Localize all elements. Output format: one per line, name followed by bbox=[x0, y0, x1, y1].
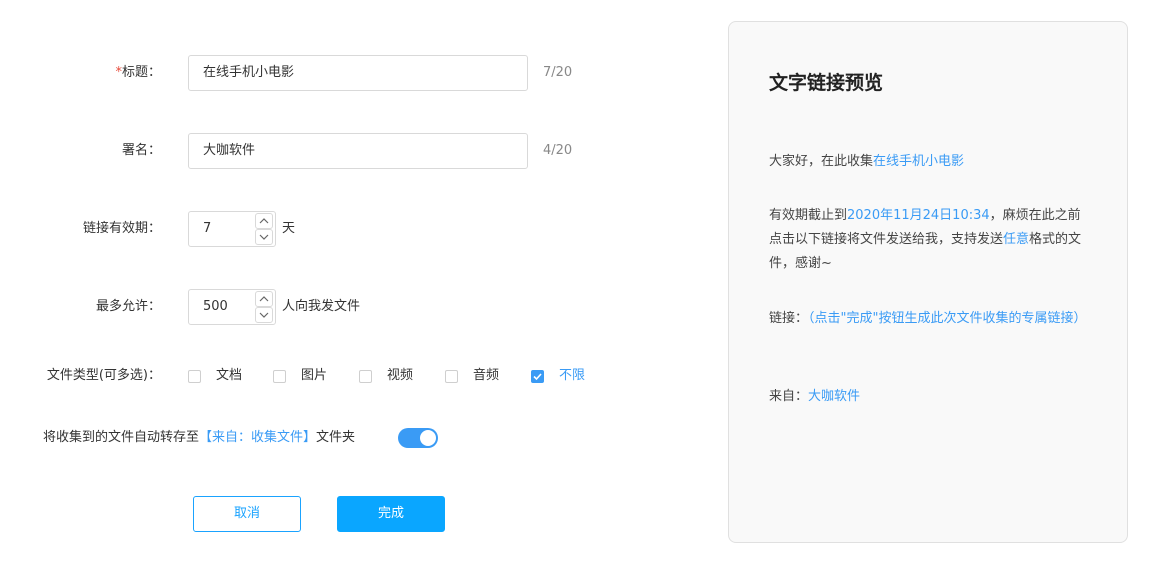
preview-link-text: （点击"完成"按钮生成此次文件收集的专属链接） bbox=[808, 311, 1087, 326]
preview-title-link: 在线手机小电影 bbox=[873, 154, 965, 169]
preview-link: 链接：（点击"完成"按钮生成此次文件收集的专属链接） bbox=[769, 311, 1087, 326]
preview-deadline-date: 2020年11月24日10:34 bbox=[847, 208, 990, 223]
signature-label: 署名： bbox=[121, 143, 161, 158]
file-type-label-unlimited[interactable]: 不限 bbox=[559, 367, 585, 385]
max-allowed-decrement-button[interactable] bbox=[255, 307, 273, 323]
file-type-label-audio[interactable]: 音频 bbox=[473, 367, 499, 385]
file-type-label-video[interactable]: 视频 bbox=[387, 367, 413, 385]
done-button[interactable]: 完成 bbox=[337, 496, 445, 532]
title-label: *标题： bbox=[115, 65, 161, 80]
preview-file-type: 任意 bbox=[1003, 232, 1030, 247]
checkmark-icon bbox=[533, 373, 542, 381]
validity-increment-button[interactable] bbox=[255, 213, 273, 229]
max-allowed-increment-button[interactable] bbox=[255, 291, 273, 307]
file-type-checkbox-audio[interactable] bbox=[445, 370, 458, 383]
link-preview-panel: 文字链接预览 大家好，在此收集在线手机小电影 有效期截止到2020年11月24日… bbox=[728, 21, 1128, 543]
file-types-label: 文件类型(可多选)： bbox=[46, 368, 161, 383]
max-allowed-unit: 人向我发文件 bbox=[282, 299, 361, 314]
validity-label: 链接有效期： bbox=[82, 221, 161, 236]
title-input[interactable]: 在线手机小电影 bbox=[188, 55, 528, 91]
chevron-up-icon bbox=[259, 218, 269, 224]
max-allowed-stepper[interactable]: 500 bbox=[188, 289, 276, 325]
signature-counter: 4/20 bbox=[543, 143, 573, 158]
toggle-knob bbox=[420, 430, 436, 446]
preview-greeting: 大家好，在此收集在线手机小电影 bbox=[769, 154, 965, 169]
file-type-checkbox-unlimited[interactable] bbox=[531, 370, 544, 383]
cancel-button[interactable]: 取消 bbox=[193, 496, 301, 532]
file-type-checkbox-video[interactable] bbox=[359, 370, 372, 383]
file-type-label-image[interactable]: 图片 bbox=[301, 367, 327, 385]
preview-deadline: 有效期截止到2020年11月24日10:34，麻烦在此之前点击以下链接将文件发送… bbox=[769, 208, 1082, 271]
preview-from: 来自：大咖软件 bbox=[769, 389, 861, 404]
auto-save-toggle[interactable] bbox=[398, 428, 438, 448]
chevron-up-icon bbox=[259, 296, 269, 302]
signature-input[interactable]: 大咖软件 bbox=[188, 133, 528, 169]
validity-stepper[interactable]: 7 bbox=[188, 211, 276, 247]
preview-heading: 文字链接预览 bbox=[769, 72, 884, 94]
file-type-checkbox-document[interactable] bbox=[188, 370, 201, 383]
max-allowed-label: 最多允许： bbox=[95, 299, 161, 314]
max-allowed-value[interactable]: 500 bbox=[203, 290, 228, 324]
title-counter: 7/20 bbox=[543, 65, 573, 80]
validity-unit: 天 bbox=[282, 221, 296, 236]
file-type-label-document[interactable]: 文档 bbox=[216, 367, 242, 385]
chevron-down-icon bbox=[259, 312, 269, 318]
validity-value[interactable]: 7 bbox=[203, 212, 211, 246]
chevron-down-icon bbox=[259, 234, 269, 240]
preview-from-value: 大咖软件 bbox=[808, 389, 861, 404]
file-type-checkbox-image[interactable] bbox=[273, 370, 286, 383]
validity-decrement-button[interactable] bbox=[255, 229, 273, 245]
auto-save-folder-link[interactable]: 【来自：收集文件】 bbox=[199, 430, 316, 445]
auto-save-text: 将收集到的文件自动转存至【来自：收集文件】文件夹 bbox=[43, 430, 356, 445]
